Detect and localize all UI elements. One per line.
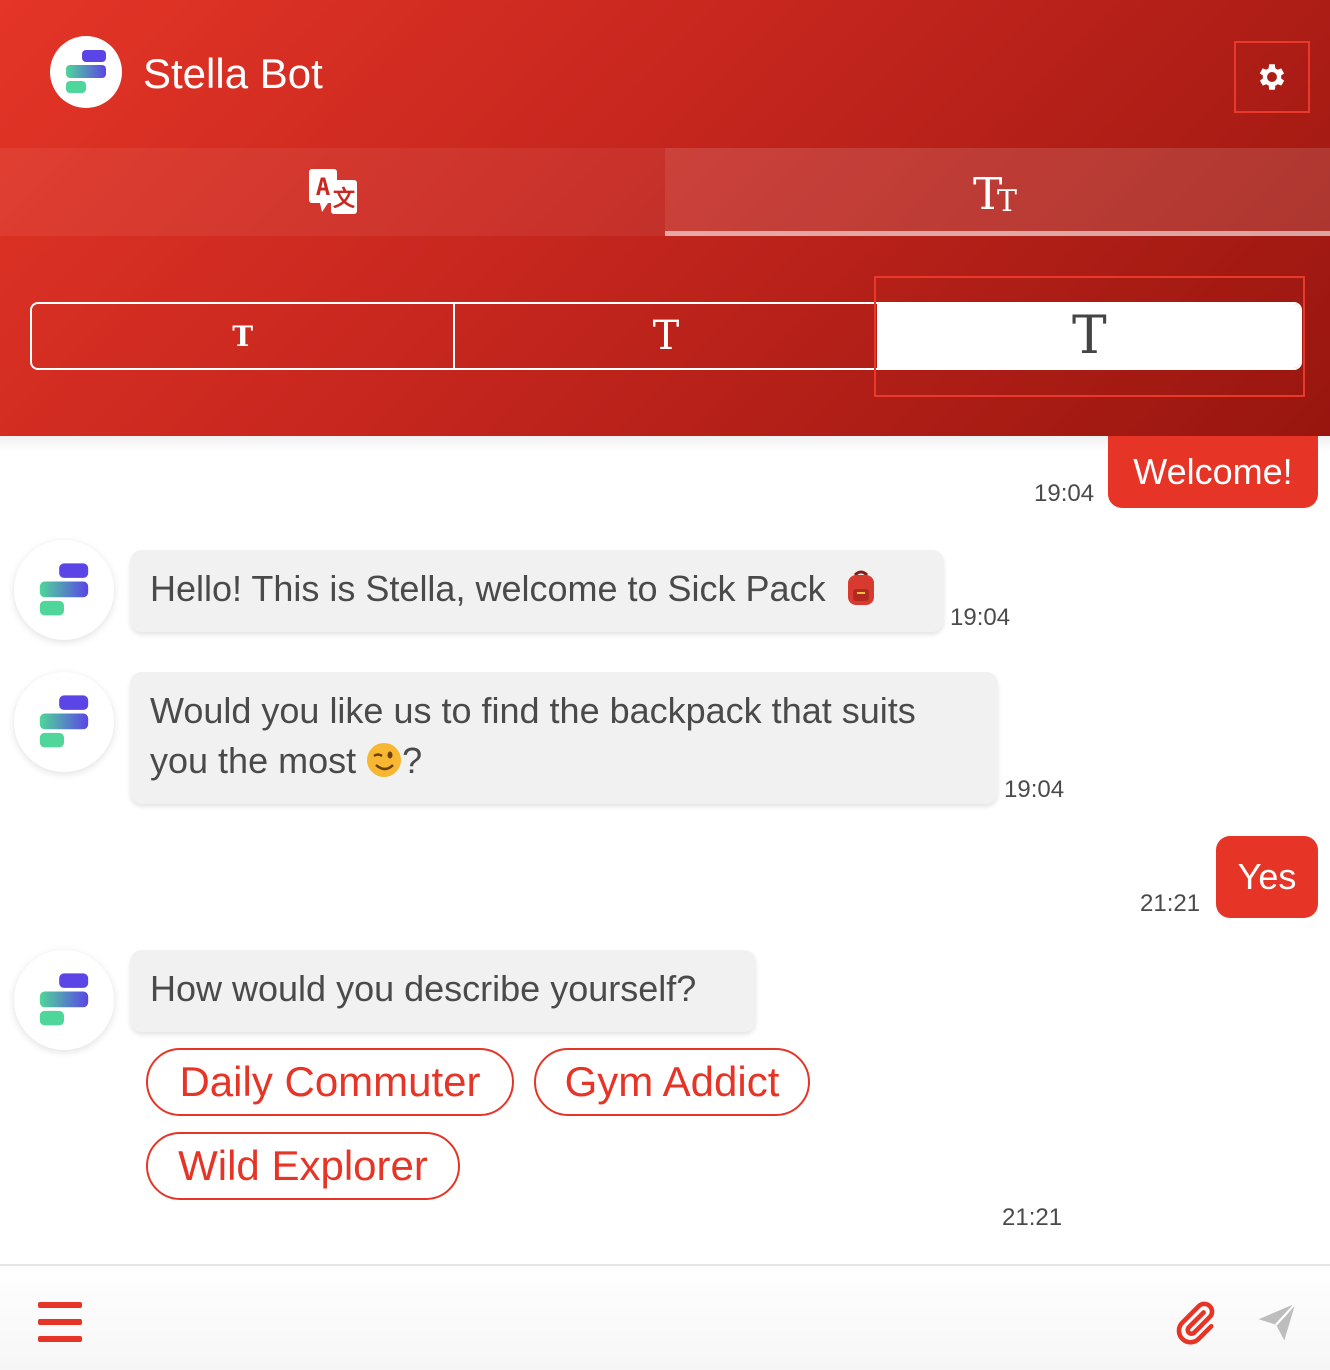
- bot-message-text: Hello! This is Stella, welcome to Sick P…: [150, 568, 826, 609]
- bot-message-line-1: Would you like us to find the backpack t…: [150, 690, 916, 731]
- svg-text:A: A: [315, 173, 330, 201]
- composer-bar: [0, 1264, 1330, 1370]
- backpack-icon: [847, 570, 874, 606]
- title-bar: Stella Bot: [0, 0, 1330, 148]
- quick-reply-gym-addict[interactable]: Gym Addict: [534, 1048, 810, 1116]
- bot-avatar: [14, 950, 114, 1050]
- paperclip-icon: [1176, 1301, 1215, 1345]
- quick-reply-wild-explorer[interactable]: Wild Explorer: [146, 1132, 460, 1200]
- stella-logo-icon: [39, 695, 89, 748]
- message-timestamp: 21:21: [1140, 890, 1201, 917]
- bot-message-bubble: Would you like us to find the backpack t…: [130, 672, 998, 804]
- bot-logo: [50, 36, 122, 108]
- font-size-selector: T T T: [30, 302, 1302, 370]
- bot-message-text: How would you describe yourself?: [150, 968, 697, 1009]
- settings-tabs: A 文 T T: [0, 148, 1330, 236]
- send-button[interactable]: [1254, 1300, 1300, 1344]
- font-size-icon: T T: [973, 169, 1017, 215]
- gear-icon: [1259, 64, 1285, 90]
- font-size-large-label: T: [1071, 306, 1107, 366]
- settings-button[interactable]: [1234, 41, 1310, 113]
- stella-logo-icon: [39, 973, 89, 1026]
- message-timestamp: 21:21: [1002, 1204, 1063, 1231]
- bot-message-bubble: Hello! This is Stella, welcome to Sick P…: [130, 550, 944, 632]
- message-timestamp: 19:04: [950, 604, 1011, 631]
- bot-message-text: you the most: [150, 740, 357, 781]
- quick-reply-daily-commuter[interactable]: Daily Commuter: [146, 1048, 514, 1116]
- bot-message-line-2: you the most ?: [150, 736, 978, 786]
- bot-avatar: [14, 540, 114, 640]
- tab-language[interactable]: A 文: [0, 148, 665, 236]
- page-title: Stella Bot: [143, 50, 323, 97]
- bot-message-bubble: How would you describe yourself?: [130, 950, 756, 1032]
- menu-button[interactable]: [38, 1302, 82, 1342]
- tab-font-size[interactable]: T T: [665, 148, 1330, 236]
- message-timestamp: 19:04: [1034, 480, 1095, 507]
- menu-icon-bar: [38, 1336, 82, 1342]
- user-message-text: Welcome!: [1133, 451, 1293, 492]
- font-size-large-button[interactable]: T: [876, 304, 1300, 368]
- user-message-text: Yes: [1237, 856, 1297, 897]
- message-list[interactable]: 19:04 Welcome! Hello! This is Stella, we…: [0, 436, 1330, 1264]
- svg-text:T: T: [997, 184, 1017, 215]
- menu-icon-bar: [38, 1319, 82, 1325]
- stella-logo-icon: [66, 50, 106, 93]
- svg-text:文: 文: [332, 186, 355, 212]
- user-message-bubble: Yes: [1216, 836, 1318, 918]
- wink-icon: [367, 743, 402, 778]
- attach-button[interactable]: [1172, 1300, 1218, 1346]
- send-icon: [1258, 1302, 1297, 1341]
- font-size-medium-button[interactable]: T: [453, 304, 876, 368]
- menu-icon: [38, 1302, 82, 1308]
- chat-header: Stella Bot A 文 T T T T T: [0, 0, 1330, 436]
- font-size-small-label: T: [232, 319, 254, 353]
- bot-avatar: [14, 672, 114, 772]
- translate-icon: A 文: [308, 169, 357, 214]
- user-message-bubble: Welcome!: [1108, 436, 1318, 508]
- message-timestamp: 19:04: [1004, 776, 1065, 803]
- font-size-small-button[interactable]: T: [32, 304, 453, 368]
- font-size-medium-label: T: [652, 313, 680, 359]
- bot-message-text-end: ?: [402, 740, 423, 781]
- stella-logo-icon: [39, 563, 89, 616]
